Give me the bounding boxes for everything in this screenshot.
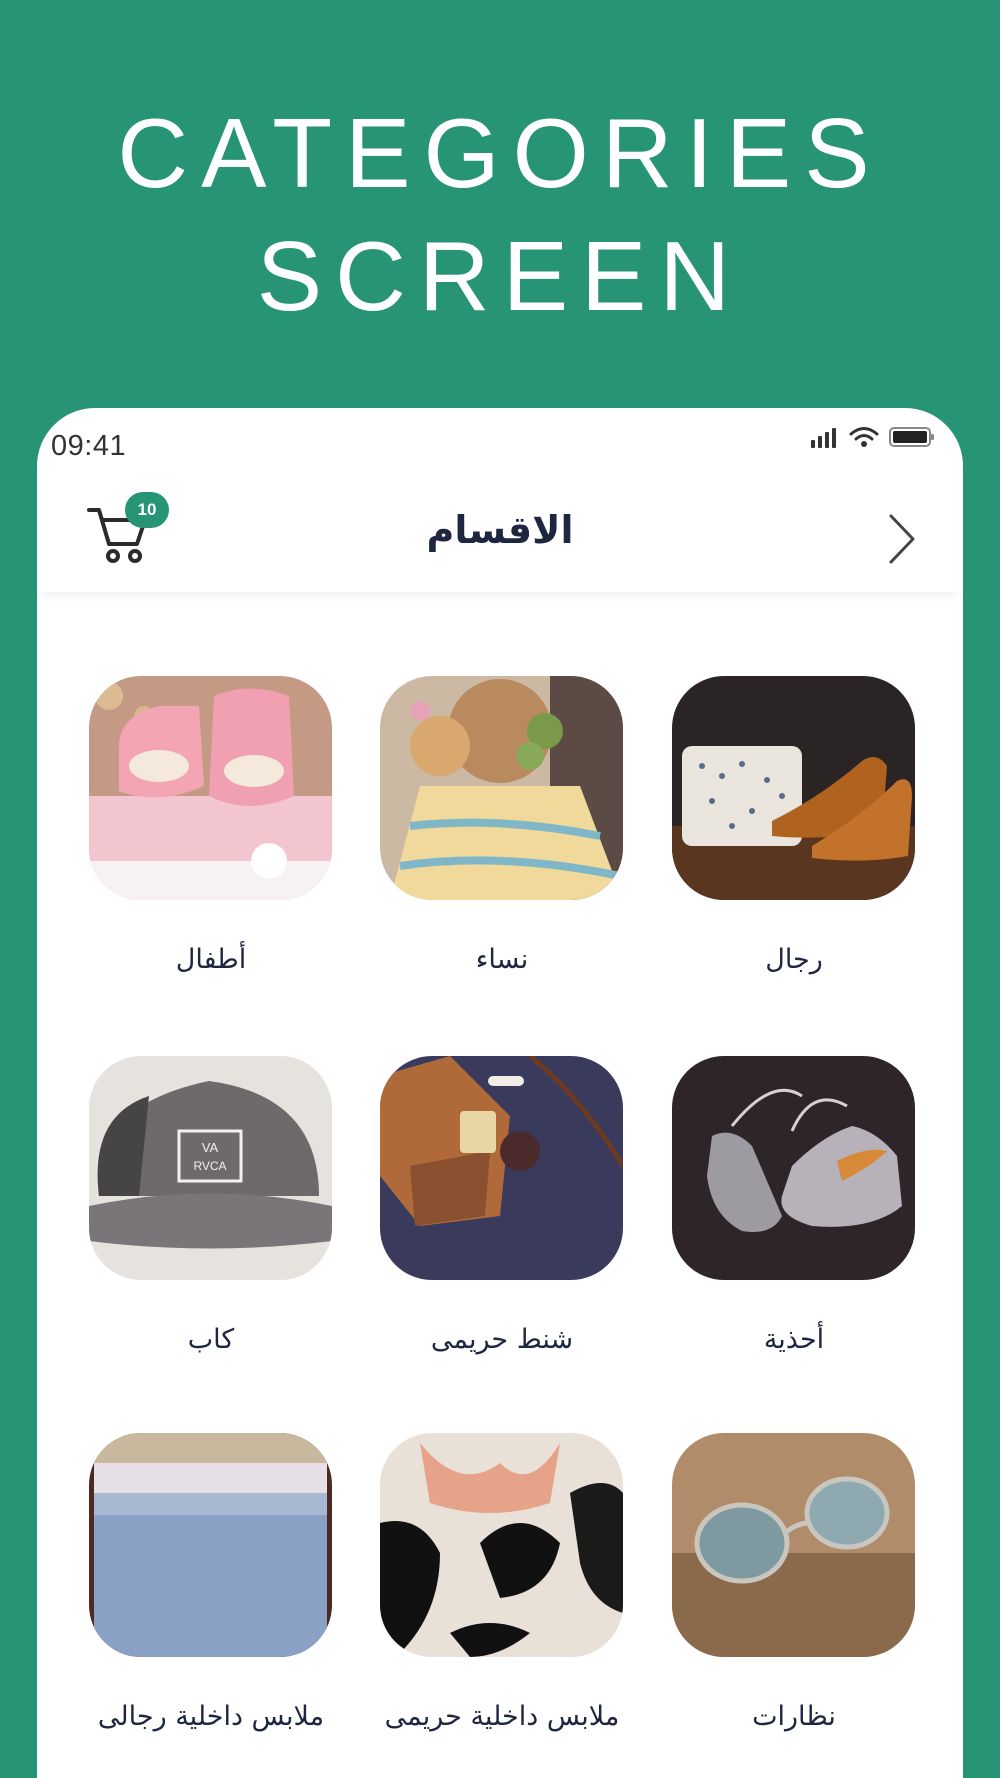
battery-icon (889, 427, 934, 447)
category-card-women[interactable]: نساء (380, 676, 623, 975)
category-card-men[interactable]: رجال (672, 676, 915, 975)
category-image-kids (89, 676, 332, 900)
category-card-kids[interactable]: أطفال (89, 676, 332, 975)
category-label: نظارات (752, 1701, 836, 1732)
svg-text:RVCA: RVCA (193, 1159, 226, 1173)
hero-heading: CATEGORIES SCREEN (0, 92, 1000, 338)
page-title: الاقسام (426, 508, 574, 552)
category-label: ملابس داخلية رجالى (97, 1701, 325, 1732)
signal-icon (811, 428, 836, 448)
status-bar: 09:41 (37, 408, 963, 470)
category-image-men-underwear (89, 1433, 332, 1657)
svg-text:VA: VA (202, 1140, 219, 1155)
category-card-handbags[interactable]: شنط حريمى (380, 1056, 623, 1355)
category-card-shoes[interactable]: أحذية (672, 1056, 915, 1355)
hero-line-1: CATEGORIES (117, 98, 883, 208)
category-label: ملابس داخلية حريمى (384, 1701, 620, 1732)
hero-line-2: SCREEN (256, 221, 744, 331)
category-image-shoes (672, 1056, 915, 1280)
category-card-women-underwear[interactable]: ملابس داخلية حريمى (380, 1433, 623, 1732)
phone-screen: 09:41 10 الاقسام رجال نساء أطفال أحذية ش… (37, 408, 963, 1778)
category-image-handbags (380, 1056, 623, 1280)
category-label: نساء (475, 944, 529, 975)
category-image-men (672, 676, 915, 900)
chevron-right-icon[interactable] (885, 512, 919, 566)
category-image-glasses (672, 1433, 915, 1657)
status-time: 09:41 (51, 430, 127, 462)
category-label: كاب (187, 1324, 235, 1355)
category-card-men-underwear[interactable]: ملابس داخلية رجالى (89, 1433, 332, 1732)
wifi-icon (849, 427, 879, 447)
category-label: أطفال (175, 944, 247, 975)
app-bar: 10 الاقسام (37, 470, 963, 592)
status-icons (809, 426, 935, 448)
category-image-women (380, 676, 623, 900)
category-image-caps: VA RVCA (89, 1056, 332, 1280)
category-image-women-underwear (380, 1433, 623, 1657)
category-card-glasses[interactable]: نظارات (672, 1433, 915, 1732)
category-card-caps[interactable]: VA RVCA كاب (89, 1056, 332, 1355)
category-label: أحذية (763, 1324, 825, 1355)
category-label: شنط حريمى (430, 1324, 574, 1355)
category-label: رجال (765, 944, 823, 975)
